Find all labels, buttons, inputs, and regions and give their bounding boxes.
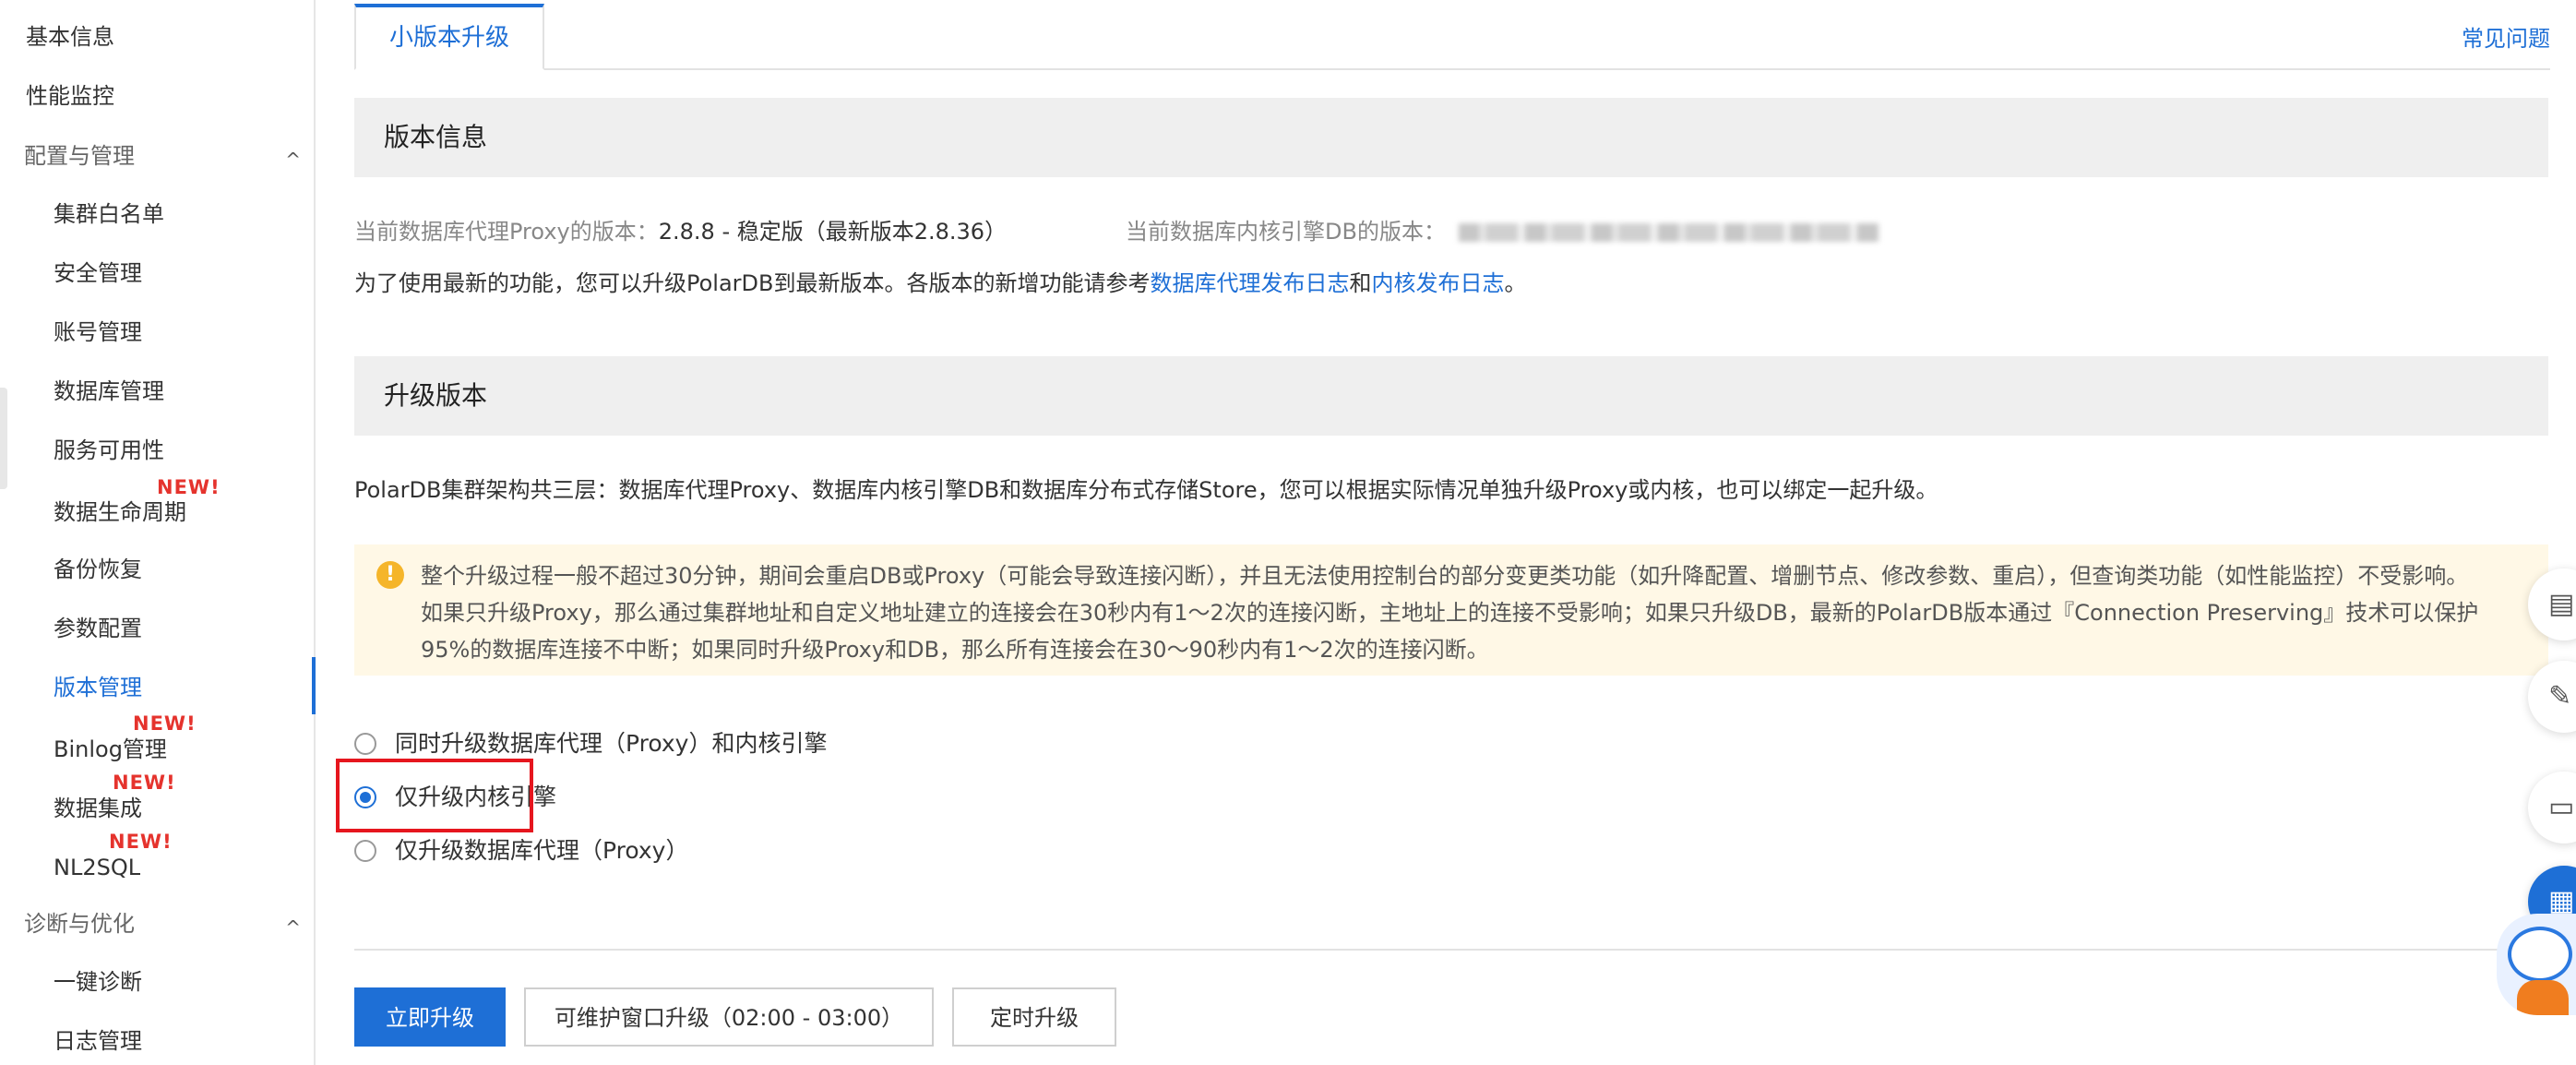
chevron-up-icon[interactable]: ^ [285, 913, 301, 942]
proxy-version-label: 当前数据库代理Proxy的版本： [354, 219, 659, 245]
assistant-avatar[interactable] [2497, 914, 2576, 1015]
tab-bar: 小版本升级 常见问题 [354, 0, 2550, 70]
sidebar-item-backup[interactable]: 备份恢复 [54, 555, 142, 584]
sidebar: 基本信息 性能监控 配置与管理 ^ 集群白名单 安全管理 账号管理 数据库管理 … [0, 0, 316, 1065]
sidebar-item-binlog[interactable]: Binlog管理 [54, 735, 167, 764]
warning-line: 95%的数据库连接不中断；如果同时升级Proxy和DB，那么所有连接会在30～9… [421, 637, 1489, 663]
tab-minor-version-upgrade[interactable]: 小版本升级 [354, 4, 544, 70]
sidebar-item-parameters[interactable]: 参数配置 [54, 614, 142, 643]
architecture-description: PolarDB集群架构共三层：数据库代理Proxy、数据库内核引擎DB和数据库分… [354, 477, 1938, 503]
sidebar-item-nl2sql[interactable]: NL2SQL [54, 853, 140, 882]
radio-button[interactable] [354, 840, 376, 862]
db-version-redacted [1458, 223, 1879, 242]
active-indicator [312, 657, 316, 714]
faq-link[interactable]: 常见问题 [2462, 20, 2550, 53]
sidebar-collapse-handle[interactable] [0, 388, 7, 489]
new-badge: NEW! [109, 831, 173, 853]
version-description: 为了使用最新的功能，您可以升级PolarDB到最新版本。各版本的新增功能请参考数… [354, 268, 1527, 299]
sidebar-item-databases[interactable]: 数据库管理 [54, 377, 164, 406]
warning-notice: ! 整个升级过程一般不超过30分钟，期间会重启DB或Proxy（可能会导致连接闪… [354, 544, 2548, 676]
sidebar-item-one-click-diagnosis[interactable]: 一键诊断 [54, 967, 142, 997]
db-version-label: 当前数据库内核引擎DB的版本： [1126, 219, 1446, 245]
sidebar-item-performance[interactable]: 性能监控 [26, 81, 114, 111]
sidebar-item-accounts[interactable]: 账号管理 [54, 317, 142, 347]
warning-icon: ! [376, 561, 404, 589]
avatar-body [2517, 980, 2569, 1015]
sidebar-group-config[interactable]: 配置与管理 ^ [24, 141, 301, 171]
warning-line: 如果只升级Proxy，那么通过集群地址和自定义地址建立的连接会在30秒内有1～2… [421, 600, 2479, 626]
sidebar-item-security[interactable]: 安全管理 [54, 258, 142, 288]
sidebar-item-basic-info[interactable]: 基本信息 [26, 22, 114, 52]
divider [354, 949, 2548, 951]
maintenance-window-upgrade-button[interactable]: 可维护窗口升级（02:00 - 03:00） [524, 987, 934, 1047]
version-desc-prefix: 为了使用最新的功能，您可以升级PolarDB到最新版本。各版本的新增功能请参考 [354, 270, 1151, 296]
db-version-row: 当前数据库内核引擎DB的版本： [1126, 216, 1879, 247]
section-title-upgrade: 升级版本 [354, 356, 2548, 436]
proxy-release-notes-link[interactable]: 数据库代理发布日志 [1151, 270, 1350, 296]
new-badge: NEW! [113, 772, 176, 794]
new-badge: NEW! [157, 476, 221, 498]
sidebar-item-logs[interactable]: 日志管理 [54, 1026, 142, 1056]
warning-line: 整个升级过程一般不超过30分钟，期间会重启DB或Proxy（可能会导致连接闪断）… [421, 563, 2469, 589]
option-label: 仅升级数据库代理（Proxy） [395, 837, 689, 864]
kernel-release-notes-link[interactable]: 内核发布日志 [1372, 270, 1505, 296]
sidebar-item-whitelist[interactable]: 集群白名单 [54, 199, 164, 229]
upgrade-now-button[interactable]: 立即升级 [354, 987, 506, 1047]
section-title-version-info: 版本信息 [354, 98, 2548, 177]
sidebar-group-diagnosis[interactable]: 诊断与优化 ^ [24, 909, 301, 939]
proxy-version-row: 当前数据库代理Proxy的版本：2.8.8 - 稳定版（最新版本2.8.36） [354, 216, 1007, 247]
sidebar-group-label: 诊断与优化 [24, 911, 135, 937]
chevron-up-icon[interactable]: ^ [285, 145, 301, 174]
main-content: 小版本升级 常见问题 版本信息 当前数据库代理Proxy的版本：2.8.8 - … [336, 0, 2550, 1065]
highlight-box [336, 759, 533, 832]
scheduled-upgrade-button[interactable]: 定时升级 [952, 987, 1116, 1047]
sidebar-item-lifecycle[interactable]: 数据生命周期 [54, 497, 186, 527]
radio-button[interactable] [354, 733, 376, 755]
proxy-version-value: 2.8.8 - 稳定版（最新版本2.8.36） [658, 219, 1008, 245]
sidebar-group-label: 配置与管理 [24, 143, 135, 169]
option-label: 同时升级数据库代理（Proxy）和内核引擎 [395, 730, 828, 757]
sidebar-item-availability[interactable]: 服务可用性 [54, 436, 164, 465]
version-desc-and: 和 [1349, 270, 1372, 296]
sidebar-item-data-integration[interactable]: 数据集成 [54, 794, 142, 823]
new-badge: NEW! [133, 712, 197, 735]
version-desc-suffix: 。 [1504, 270, 1527, 296]
sidebar-item-version[interactable]: 版本管理 [54, 673, 142, 702]
avatar-face [2508, 927, 2572, 982]
